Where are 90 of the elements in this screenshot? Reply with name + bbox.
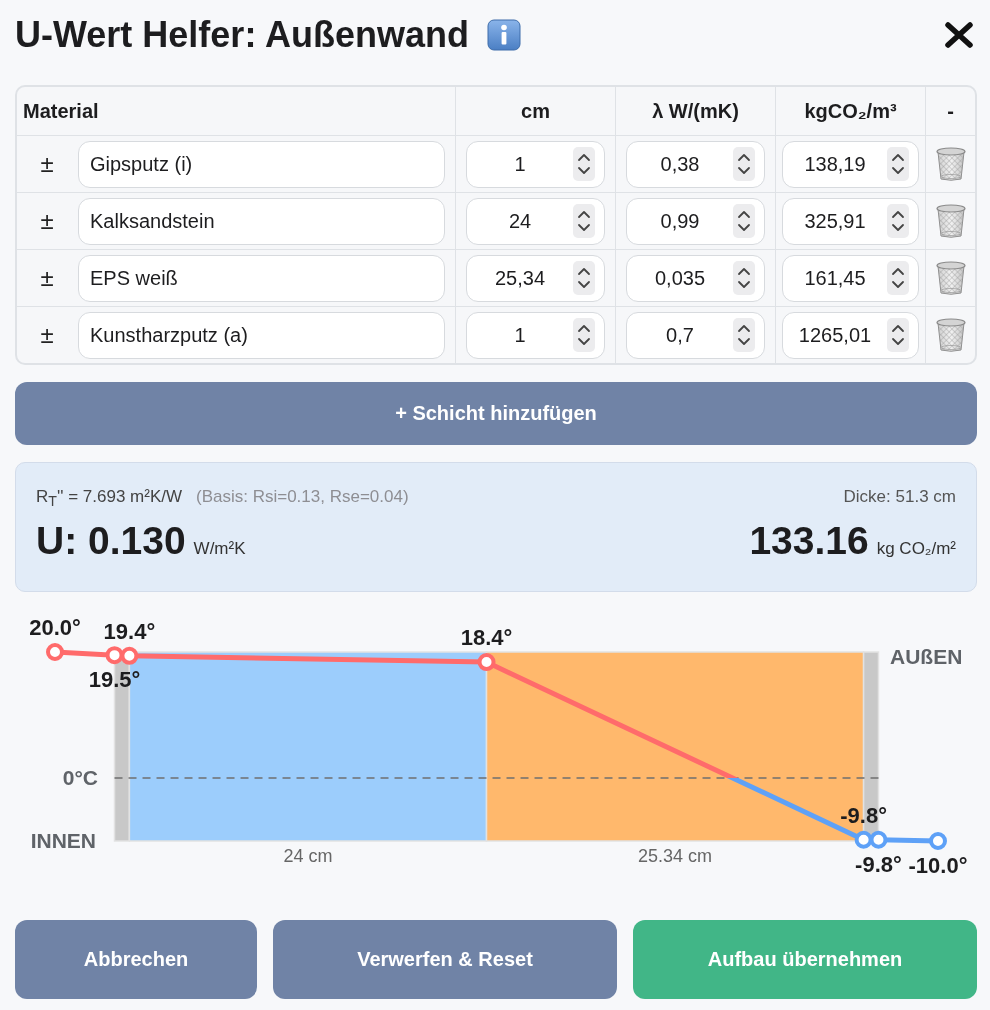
- stepper-icon[interactable]: [887, 204, 909, 238]
- number-field[interactable]: 1: [466, 140, 605, 188]
- trash-icon: [934, 203, 967, 239]
- temperature-point: [854, 830, 873, 849]
- number-input[interactable]: 0,99: [627, 209, 733, 233]
- trash-icon: [934, 260, 967, 296]
- delete-button[interactable]: [934, 260, 967, 296]
- number-input[interactable]: 1: [467, 323, 573, 347]
- layer-thickness-label: 25.34 cm: [638, 846, 713, 866]
- temperature-point: [929, 832, 947, 850]
- number-input[interactable]: 161,45: [783, 266, 887, 290]
- thermal-resistance-text: R$_{T}$'' = 7.693 m²K/W: [36, 487, 182, 510]
- stepper-icon[interactable]: [733, 147, 755, 181]
- column-header: Material: [23, 99, 99, 123]
- inside-label: INNEN: [30, 829, 96, 852]
- column-header: cm: [521, 99, 550, 123]
- delete-button[interactable]: [934, 317, 967, 353]
- temperature-label: -10.0°: [908, 853, 968, 878]
- temperature-label: 19.4°: [103, 618, 156, 644]
- trash-icon: [934, 146, 967, 182]
- number-input[interactable]: 25,34: [467, 266, 573, 290]
- plus-minus-button[interactable]: ±: [36, 152, 58, 176]
- number-field[interactable]: 138,19: [782, 140, 919, 188]
- number-field[interactable]: 25,34: [466, 254, 605, 302]
- reference-line-label: 0°C: [62, 766, 98, 789]
- co2-value: 133.16: [749, 519, 869, 563]
- number-input[interactable]: 1: [467, 152, 573, 176]
- trash-icon: [934, 317, 967, 353]
- co2-unit: kg CO₂/m²: [876, 539, 956, 559]
- stepper-icon[interactable]: [573, 204, 595, 238]
- number-input[interactable]: 1265,01: [783, 323, 887, 347]
- stepper-icon[interactable]: [733, 261, 755, 295]
- temperature-point: [869, 830, 888, 849]
- layer-thickness-label: 24 cm: [283, 846, 333, 866]
- stepper-icon[interactable]: [887, 261, 909, 295]
- stepper-icon[interactable]: [887, 147, 909, 181]
- temperature-point: [120, 646, 139, 665]
- stepper-icon[interactable]: [733, 318, 755, 352]
- number-field[interactable]: 0,99: [626, 197, 765, 245]
- number-field[interactable]: 0,38: [626, 140, 765, 188]
- dialog-title: U-Wert Helfer: Außenwand: [15, 14, 470, 56]
- column-header: -: [947, 99, 954, 123]
- stepper-icon[interactable]: [887, 318, 909, 352]
- material-field[interactable]: Kunstharzputz (a): [78, 311, 445, 359]
- delete-button[interactable]: [934, 203, 967, 239]
- u-value: U: 0.130: [36, 519, 186, 563]
- number-field[interactable]: 325,91: [782, 197, 919, 245]
- footer-button[interactable]: Abbrechen: [15, 920, 257, 999]
- temperature-point: [46, 643, 64, 661]
- number-field[interactable]: 0,7: [626, 311, 765, 359]
- basis-note: (Basis: Rsi=0.13, Rse=0.04): [196, 487, 409, 507]
- number-field[interactable]: 24: [466, 197, 605, 245]
- plus-minus-button[interactable]: ±: [36, 323, 58, 347]
- material-field[interactable]: Gipsputz (i): [78, 140, 445, 188]
- number-input[interactable]: 325,91: [783, 209, 887, 233]
- temperature-point: [105, 646, 124, 665]
- number-field[interactable]: 1: [466, 311, 605, 359]
- close-button[interactable]: [945, 22, 973, 48]
- stepper-icon[interactable]: [573, 261, 595, 295]
- number-input[interactable]: 138,19: [783, 152, 887, 176]
- delete-button[interactable]: [934, 146, 967, 182]
- number-field[interactable]: 161,45: [782, 254, 919, 302]
- add-layer-button[interactable]: + Schicht hinzufügen: [15, 382, 977, 445]
- column-header: λ W/(mK): [652, 99, 739, 123]
- temperature-label: 19.5°: [88, 667, 141, 693]
- stepper-icon[interactable]: [733, 204, 755, 238]
- total-thickness: Dicke: 51.3 cm: [843, 487, 956, 507]
- plus-minus-button[interactable]: ±: [36, 266, 58, 290]
- stepper-icon[interactable]: [573, 147, 595, 181]
- plus-minus-button[interactable]: ±: [36, 209, 58, 233]
- outside-label: AUßEN: [890, 645, 963, 668]
- temperature-label: -9.8°: [840, 802, 887, 828]
- number-field[interactable]: 0,035: [626, 254, 765, 302]
- column-header: kgCO₂/m³: [804, 99, 897, 123]
- temperature-label: 18.4°: [460, 625, 513, 651]
- material-field[interactable]: Kalksandstein: [78, 197, 445, 245]
- temperature-point: [477, 653, 496, 672]
- number-input[interactable]: 0,38: [627, 152, 733, 176]
- temperature-label: -9.8°: [855, 851, 902, 877]
- footer-button[interactable]: Verwerfen & Reset: [273, 920, 617, 999]
- number-field[interactable]: 1265,01: [782, 311, 919, 359]
- number-input[interactable]: 0,035: [627, 266, 733, 290]
- u-unit: W/m²K: [193, 539, 246, 559]
- close-icon: [945, 22, 973, 48]
- temperature-label: 20.0°: [29, 615, 81, 640]
- number-input[interactable]: 0,7: [627, 323, 733, 347]
- info-icon[interactable]: [487, 19, 522, 51]
- stepper-icon[interactable]: [573, 318, 595, 352]
- number-input[interactable]: 24: [467, 209, 573, 233]
- material-field[interactable]: EPS weiß: [78, 254, 445, 302]
